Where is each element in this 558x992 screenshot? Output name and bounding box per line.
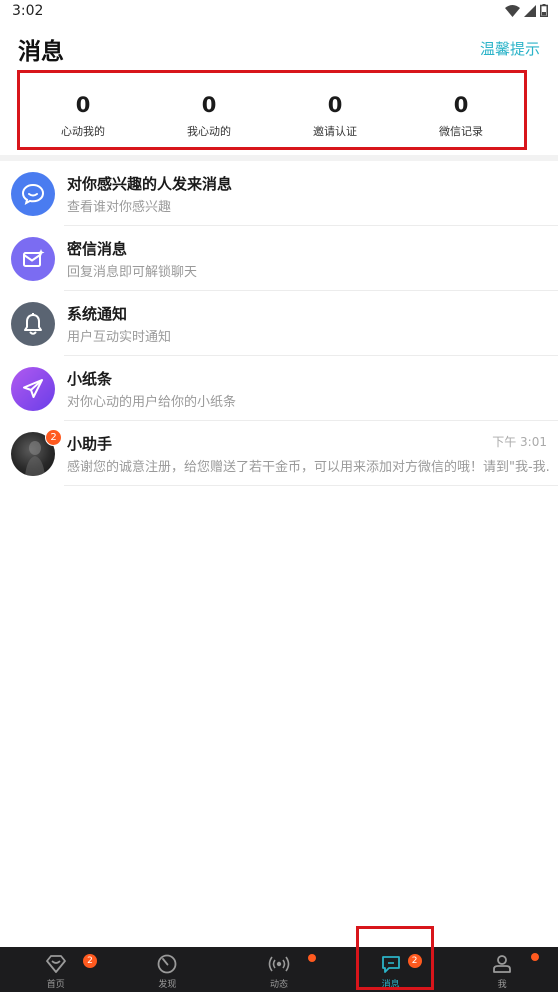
- stat-liked-me[interactable]: 0 心动我的: [20, 73, 146, 147]
- status-bar: 3:02: [0, 0, 558, 24]
- nav-label: 发现: [158, 980, 177, 990]
- stat-value: 0: [201, 93, 217, 117]
- message-item-system[interactable]: 系统通知 用户互动实时通知: [0, 291, 558, 356]
- envelope-sparkle-icon: [11, 237, 55, 281]
- message-subtitle: 用户互动实时通知: [67, 330, 172, 345]
- message-title: 系统通知: [67, 305, 128, 323]
- battery-icon: [540, 4, 548, 17]
- paper-plane-icon: [11, 367, 55, 411]
- stat-value: 0: [75, 93, 91, 117]
- unread-badge: 2: [45, 429, 62, 446]
- message-title: 对你感兴趣的人发来消息: [67, 175, 233, 193]
- stat-label: 邀请认证: [313, 125, 357, 138]
- message-title: 小助手: [67, 435, 113, 453]
- stat-value: 0: [327, 93, 343, 117]
- compass-icon: [157, 954, 177, 974]
- nav-home[interactable]: 2 首页: [0, 947, 112, 992]
- stat-i-liked[interactable]: 0 我心动的: [146, 73, 272, 147]
- user-icon: [493, 955, 512, 973]
- row-divider: [64, 485, 558, 486]
- message-item-interested[interactable]: 对你感兴趣的人发来消息 查看谁对你感兴趣: [0, 161, 558, 226]
- message-subtitle: 查看谁对你感兴趣: [67, 200, 172, 215]
- nav-label: 消息: [381, 980, 400, 990]
- stats-panel: 0 心动我的 0 我心动的 0 邀请认证 0 微信记录: [17, 70, 527, 150]
- bell-icon: [11, 302, 55, 346]
- nav-label: 首页: [46, 980, 65, 990]
- message-list: 对你感兴趣的人发来消息 查看谁对你感兴趣 密信消息 回复消息即可解锁聊天 系统通…: [0, 161, 558, 486]
- message-subtitle: 对你心动的用户给你的小纸条: [67, 395, 237, 410]
- chat-bubble-icon: [11, 172, 55, 216]
- status-time: 3:02: [12, 3, 44, 19]
- nav-label: 我: [497, 980, 507, 990]
- stat-label: 我心动的: [187, 125, 231, 138]
- message-time: 下午 3:01: [492, 435, 547, 449]
- stat-value: 0: [453, 93, 469, 117]
- nav-badge: 2: [407, 954, 422, 968]
- status-icons: [505, 4, 548, 17]
- nav-badge: 2: [83, 954, 97, 968]
- page-title: 消息: [18, 39, 64, 65]
- nav-label: 动态: [269, 980, 288, 990]
- stat-label: 微信记录: [439, 125, 483, 138]
- message-subtitle: 感谢您的诚意注册，给您赠送了若干金币，可以用来添加对方微信的哦！请到"我-我..…: [67, 460, 551, 475]
- nav-moments[interactable]: 动态: [223, 947, 335, 992]
- message-subtitle: 回复消息即可解锁聊天: [67, 265, 198, 280]
- message-item-secret[interactable]: 密信消息 回复消息即可解锁聊天: [0, 226, 558, 291]
- broadcast-icon: [268, 956, 290, 972]
- nav-dot: [307, 954, 316, 962]
- wifi-icon: [505, 4, 520, 17]
- nav-discover[interactable]: 发现: [112, 947, 224, 992]
- message-item-note[interactable]: 小纸条 对你心动的用户给你的小纸条: [0, 356, 558, 421]
- tips-link[interactable]: 温馨提示: [480, 38, 540, 59]
- message-title: 小纸条: [67, 370, 113, 388]
- message-item-assistant[interactable]: 2 小助手 下午 3:01 感谢您的诚意注册，给您赠送了若干金币，可以用来添加对…: [0, 421, 558, 486]
- nav-me[interactable]: 我: [446, 947, 558, 992]
- stat-wechat-records[interactable]: 0 微信记录: [398, 73, 524, 147]
- bottom-nav: 2 首页 发现 动态 2 消息 我: [0, 947, 558, 992]
- nav-dot: [531, 953, 540, 961]
- nav-messages[interactable]: 2 消息: [335, 947, 447, 992]
- heart-diamond-icon: [45, 955, 66, 973]
- messages-page: 3:02 消息 温馨提示 0 心动我的 0 我心动的 0 邀请认证 0 微信记录…: [0, 0, 558, 992]
- stat-invite-verify[interactable]: 0 邀请认证: [272, 73, 398, 147]
- signal-icon: [524, 4, 536, 17]
- message-icon: [381, 956, 400, 973]
- stat-label: 心动我的: [61, 125, 105, 138]
- message-title: 密信消息: [67, 240, 128, 258]
